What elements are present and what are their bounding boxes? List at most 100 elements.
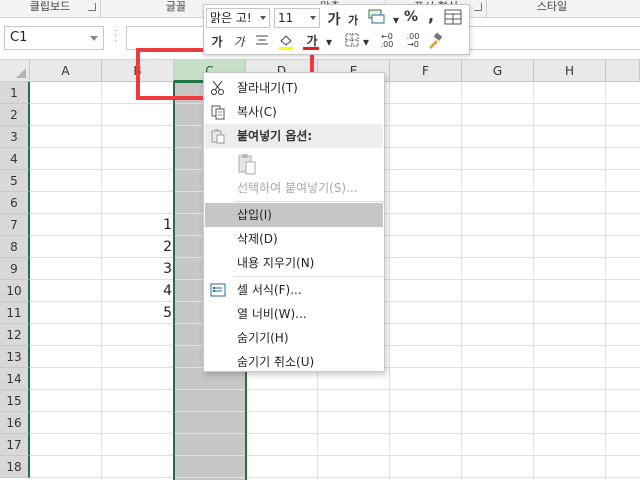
menu-item-label: 붙여넣기 옵션: — [237, 129, 313, 143]
row-header-7[interactable]: 7 — [0, 214, 30, 236]
context-menu: 잘라내기(T) 복사(C) 붙여넣기 옵션: 선택하여 붙여넣기(S)... 삽… — [203, 72, 385, 372]
row-header-16[interactable]: 16 — [0, 412, 30, 434]
shrink-font-button[interactable]: 가 — [346, 12, 360, 28]
percent-style-button[interactable]: % — [404, 9, 418, 25]
format-table-button[interactable] — [444, 9, 462, 25]
row-header-1[interactable]: 1 — [0, 82, 30, 104]
borders-button[interactable] — [344, 33, 360, 49]
table-format-icon — [444, 9, 462, 25]
menu-item-label: 열 너비(W)... — [237, 307, 307, 321]
menu-item-label: 선택하여 붙여넣기(S)... — [237, 181, 358, 195]
gridline-horizontal — [30, 477, 640, 478]
chevron-down-icon[interactable]: ▾ — [392, 13, 400, 27]
ribbon-group-clipboard[interactable]: 클립보드 — [0, 0, 100, 17]
row-header-3[interactable]: 3 — [0, 126, 30, 148]
chevron-down-icon[interactable] — [90, 36, 98, 41]
gridline-horizontal — [30, 411, 640, 412]
menu-item-copy[interactable]: 복사(C) — [205, 100, 383, 124]
row-header-11[interactable]: 11 — [0, 302, 30, 324]
ribbon-group-label: 스타일 — [536, 0, 568, 13]
ribbon-group-label: 클립보드 — [29, 0, 71, 13]
row-header-12[interactable]: 12 — [0, 324, 30, 346]
grow-font-button[interactable]: 가 — [326, 9, 342, 29]
menu-item-label: 삽입(I) — [237, 208, 272, 222]
column-header-g[interactable]: G — [462, 60, 534, 82]
menu-item-insert[interactable]: 삽입(I) — [205, 203, 383, 227]
menu-item-paste-special[interactable]: 선택하여 붙여넣기(S)... — [205, 176, 383, 200]
dialog-launcher-icon[interactable] — [474, 3, 482, 11]
cell-b11[interactable]: 5 — [102, 305, 172, 321]
menu-item-label: 잘라내기(T) — [237, 81, 298, 95]
font-name-select[interactable]: 맑은 고! — [206, 8, 270, 28]
row-header-9[interactable]: 9 — [0, 258, 30, 280]
font-size-select[interactable]: 11 — [274, 8, 320, 28]
comma-style-button[interactable]: , — [426, 6, 436, 25]
menu-header-paste-options: 붙여넣기 옵션: — [205, 124, 383, 148]
resize-handle-icon[interactable]: · · · — [114, 27, 118, 47]
column-header-b[interactable]: B — [102, 60, 174, 82]
select-all-button[interactable] — [0, 60, 30, 82]
column-header-a[interactable]: A — [30, 60, 102, 82]
menu-item-label: 삭제(D) — [237, 232, 278, 246]
menu-item-delete[interactable]: 삭제(D) — [205, 227, 383, 251]
menu-item-unhide[interactable]: 숨기기 취소(U) — [205, 350, 383, 374]
gridline-horizontal — [30, 433, 640, 434]
row-header-5[interactable]: 5 — [0, 170, 30, 192]
dialog-launcher-icon[interactable] — [88, 3, 96, 11]
menu-item-clear-contents[interactable]: 내용 지우기(N) — [205, 251, 383, 275]
align-center-button[interactable] — [254, 33, 270, 49]
chevron-down-icon[interactable]: ▾ — [362, 35, 370, 49]
menu-item-hide[interactable]: 숨기기(H) — [205, 326, 383, 350]
column-header-h[interactable]: H — [534, 60, 606, 82]
row-header-2[interactable]: 2 — [0, 104, 30, 126]
gridline-vertical — [101, 82, 102, 480]
paste-icon — [210, 128, 226, 144]
row-header-10[interactable]: 10 — [0, 280, 30, 302]
row-header-14[interactable]: 14 — [0, 368, 30, 390]
copy-icon — [210, 104, 226, 120]
name-box[interactable]: C1 — [4, 26, 104, 50]
menu-item-label: 숨기기(H) — [237, 331, 289, 345]
menu-item-column-width[interactable]: 열 너비(W)... — [205, 302, 383, 326]
menu-item-cut[interactable]: 잘라내기(T) — [205, 76, 383, 100]
italic-button[interactable]: 가 — [232, 33, 246, 50]
row-header-13[interactable]: 13 — [0, 346, 30, 368]
number-format-icon — [368, 9, 385, 24]
decrease-decimal-button[interactable]: .00 →0 — [402, 33, 424, 49]
paste-option-button[interactable] — [205, 149, 383, 177]
cell-b9[interactable]: 3 — [102, 261, 172, 277]
row-header-15[interactable]: 15 — [0, 390, 30, 412]
bold-button[interactable]: 가 — [210, 33, 224, 50]
menu-item-label: 내용 지우기(N) — [237, 256, 315, 270]
format-cells-icon — [210, 282, 226, 298]
ribbon-group-styles[interactable]: 스타일 — [487, 0, 617, 17]
increase-decimal-button[interactable]: ←0 .00 — [376, 33, 398, 49]
row-header-17[interactable]: 17 — [0, 434, 30, 456]
font-color-button[interactable]: 가 — [302, 32, 322, 50]
ribbon-group-label: 글꼴 — [165, 0, 187, 13]
row-header-4[interactable]: 4 — [0, 148, 30, 170]
borders-icon — [345, 33, 359, 47]
cell-b7[interactable]: 1 — [102, 217, 172, 233]
format-painter-button[interactable] — [426, 32, 444, 50]
row-header-6[interactable]: 6 — [0, 192, 30, 214]
mini-toolbar: 맑은 고! 11 가 가 ▾ % , 가 가 가 ▾ ▾ ←0 .00 .00 … — [203, 4, 470, 55]
fill-color-button[interactable] — [278, 32, 294, 50]
number-format-button[interactable] — [366, 9, 390, 27]
cell-b8[interactable]: 2 — [102, 239, 172, 255]
gridline-horizontal — [30, 389, 640, 390]
chevron-down-icon[interactable] — [310, 16, 316, 20]
menu-item-format-cells[interactable]: 셀 서식(F)... — [205, 278, 383, 302]
align-center-icon — [256, 35, 268, 45]
chevron-down-icon[interactable] — [260, 16, 266, 20]
row-header-18[interactable]: 18 — [0, 456, 30, 478]
column-header-f[interactable]: F — [390, 60, 462, 82]
cell-b10[interactable]: 4 — [102, 283, 172, 299]
select-all-icon — [16, 68, 26, 78]
column-header-partial[interactable] — [606, 60, 640, 82]
chevron-down-icon[interactable]: ▾ — [325, 35, 333, 49]
menu-item-label: 셀 서식(F)... — [237, 283, 302, 297]
name-box-value: C1 — [10, 30, 28, 45]
font-color-swatch — [303, 47, 319, 50]
row-header-8[interactable]: 8 — [0, 236, 30, 258]
